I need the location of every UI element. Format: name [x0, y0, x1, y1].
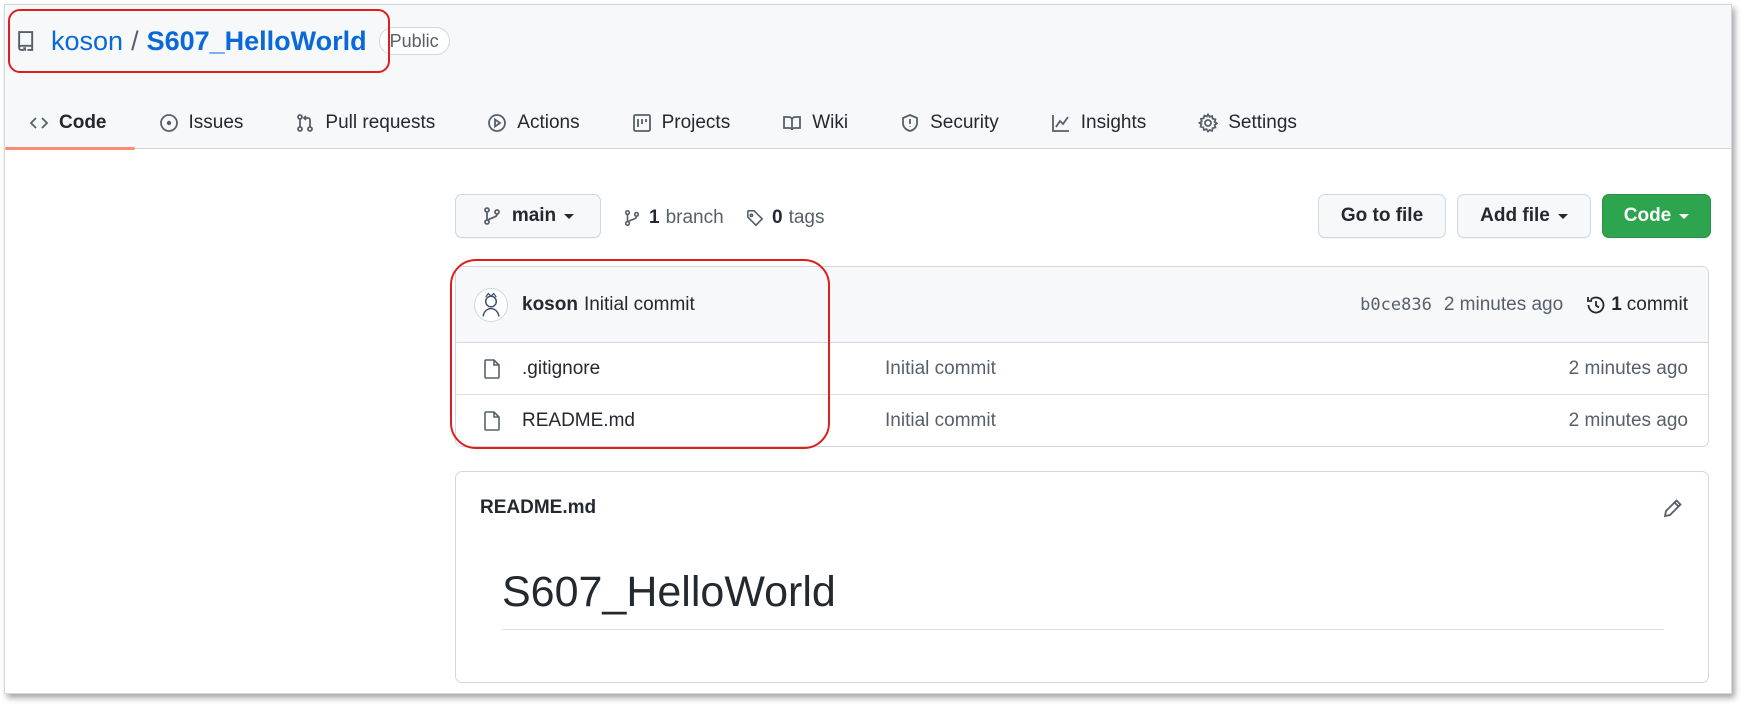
readme-panel: README.md S607_HelloWorld: [455, 471, 1709, 683]
tab-issues[interactable]: Issues: [135, 97, 272, 149]
commit-sha-link[interactable]: b0ce836: [1360, 295, 1432, 315]
tab-insights[interactable]: Insights: [1027, 97, 1174, 149]
path-separator: /: [131, 25, 139, 56]
commit-author-link[interactable]: koson: [522, 294, 578, 316]
code-icon: [29, 117, 49, 129]
browser-page: koson / S607_HelloWorld Public Code Issu…: [4, 4, 1732, 694]
chevron-down-icon: [564, 213, 575, 219]
tab-label: Actions: [517, 112, 580, 133]
tab-pull-requests[interactable]: Pull requests: [271, 97, 463, 149]
tab-label: Insights: [1080, 112, 1147, 133]
pencil-icon[interactable]: [1662, 497, 1684, 519]
history-icon: [1587, 296, 1605, 313]
tab-actions[interactable]: Actions: [463, 97, 607, 149]
repo-name-link[interactable]: S607_HelloWorld: [147, 26, 367, 57]
branch-count-label: branch: [665, 207, 724, 228]
code-dropdown-button[interactable]: Code: [1602, 194, 1711, 238]
project-icon: [632, 114, 651, 132]
commit-time: 2 minutes ago: [1443, 293, 1564, 315]
tab-label: Pull requests: [325, 112, 436, 133]
branch-count: 1: [649, 207, 660, 228]
tab-security[interactable]: Security: [876, 97, 1027, 149]
branch-selector-button[interactable]: main: [455, 194, 601, 238]
commit-history-link[interactable]: 1 commit: [1585, 294, 1688, 316]
play-icon: [488, 114, 507, 132]
tag-count-label: tags: [788, 207, 825, 228]
file-icon: [484, 411, 500, 431]
tab-label: Security: [930, 112, 999, 133]
readme-header: README.md: [456, 472, 1708, 544]
repo-owner-link[interactable]: koson: [51, 26, 123, 57]
avatar[interactable]: [474, 287, 508, 322]
visibility-badge: Public: [378, 27, 450, 55]
branch-icon: [483, 207, 500, 225]
chevron-down-icon: [1557, 213, 1568, 219]
file-row[interactable]: README.md Initial commit 2 minutes ago: [456, 395, 1708, 446]
branch-icon: [624, 209, 640, 227]
repo-icon: [15, 30, 37, 52]
chevron-down-icon: [1679, 213, 1690, 219]
code-button-label: Code: [1623, 205, 1672, 226]
repo-header: koson / S607_HelloWorld Public Code Issu…: [5, 5, 1731, 150]
file-commit-message-link[interactable]: Initial commit: [885, 358, 996, 380]
file-icon: [484, 358, 500, 379]
commit-meta: b0ce836 2 minutes ago 1 commit: [1360, 294, 1688, 316]
graph-icon: [1051, 115, 1069, 132]
book-icon: [783, 116, 802, 131]
file-row[interactable]: .gitignore Initial commit 2 minutes ago: [456, 343, 1708, 395]
readme-filename: README.md: [480, 497, 597, 518]
tab-label: Projects: [661, 112, 731, 133]
shield-icon: [902, 114, 919, 132]
tab-label: Wiki: [812, 112, 849, 133]
file-commit-message-link[interactable]: Initial commit: [885, 410, 996, 432]
tags-link[interactable]: 0 tags: [746, 207, 825, 229]
file-list: koson Initial commit b0ce836 2 minutes a…: [455, 266, 1709, 447]
tab-label: Settings: [1228, 112, 1297, 133]
branches-link[interactable]: 1 branch: [623, 207, 724, 229]
add-file-label: Add file: [1480, 205, 1550, 226]
pull-request-icon: [297, 114, 314, 132]
tab-label: Code: [59, 112, 107, 133]
go-to-file-button[interactable]: Go to file: [1318, 194, 1446, 238]
readme-heading: S607_HelloWorld: [502, 568, 1664, 630]
add-file-button[interactable]: Add file: [1457, 194, 1591, 238]
tag-icon: [746, 209, 764, 227]
avatar-icon: [482, 292, 500, 317]
commit-count: 1: [1611, 293, 1622, 315]
tab-projects[interactable]: Projects: [608, 97, 759, 149]
file-commit-time: 2 minutes ago: [1568, 410, 1688, 431]
file-commit-time: 2 minutes ago: [1568, 357, 1688, 379]
repo-nav-tabs: Code Issues Pull requests Actions Projec…: [5, 97, 1325, 150]
tab-code[interactable]: Code: [5, 97, 135, 150]
file-name-link[interactable]: README.md: [522, 410, 885, 432]
gear-icon: [1198, 113, 1219, 133]
repo-title: koson / S607_HelloWorld Public: [15, 25, 450, 57]
branch-selector-label: main: [511, 205, 557, 226]
tab-wiki[interactable]: Wiki: [758, 97, 876, 149]
file-name-link[interactable]: .gitignore: [522, 358, 885, 380]
tab-label: Issues: [188, 112, 244, 133]
commit-message-link[interactable]: Initial commit: [584, 294, 695, 316]
latest-commit-row: koson Initial commit b0ce836 2 minutes a…: [456, 267, 1708, 343]
tab-settings[interactable]: Settings: [1174, 97, 1325, 149]
commit-count-label: commit: [1626, 293, 1688, 315]
issue-icon: [159, 114, 178, 132]
tag-count: 0: [772, 207, 783, 228]
